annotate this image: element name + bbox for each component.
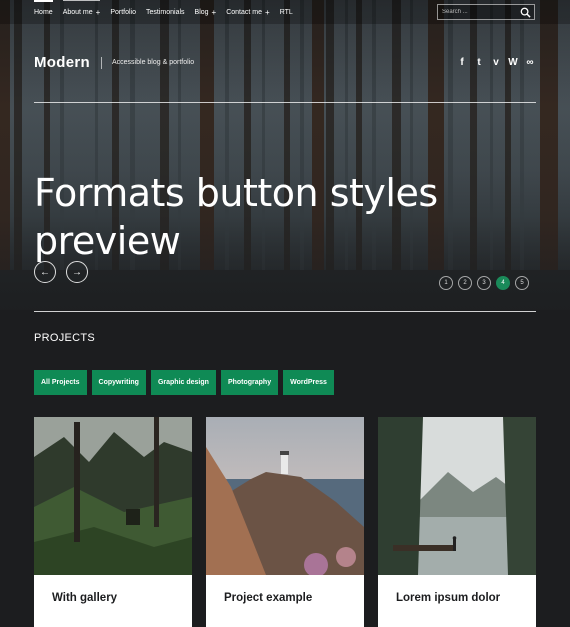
- next-slide-button[interactable]: →: [66, 261, 88, 283]
- project-filters: All Projects Copywriting Graphic design …: [34, 370, 334, 395]
- project-thumbnail-forest[interactable]: [34, 417, 192, 575]
- filter-copywriting[interactable]: Copywriting: [91, 370, 146, 395]
- project-card-title[interactable]: With gallery: [52, 592, 117, 604]
- social-links: f t v W ∞: [457, 56, 535, 68]
- section-divider: [34, 311, 536, 312]
- pager-dot[interactable]: 2: [458, 276, 472, 290]
- facebook-icon[interactable]: f: [457, 56, 467, 68]
- project-card[interactable]: Project example: [206, 417, 364, 627]
- submenu-plus-icon[interactable]: +: [96, 8, 101, 17]
- filter-all-projects[interactable]: All Projects: [34, 370, 87, 395]
- top-navigation: Home About me + Portfolio Testimonials Bl…: [0, 0, 570, 24]
- hero-banner: Home About me + Portfolio Testimonials Bl…: [0, 0, 570, 310]
- link-icon[interactable]: ∞: [525, 56, 535, 68]
- menu-item-about-me[interactable]: About me +: [62, 0, 101, 24]
- filter-wordpress[interactable]: WordPress: [283, 370, 334, 395]
- hero-title[interactable]: Formats button styles preview: [34, 169, 504, 265]
- menu-item-label: Testimonials: [146, 8, 185, 16]
- pager-dot[interactable]: 3: [477, 276, 491, 290]
- filter-photography[interactable]: Photography: [220, 370, 279, 395]
- header-divider: [34, 102, 536, 103]
- project-card-title[interactable]: Project example: [224, 592, 312, 604]
- menu-item-label: Contact me: [226, 8, 263, 16]
- project-thumbnail-lake[interactable]: [378, 417, 536, 575]
- projects-heading: PROJECTS: [34, 332, 96, 344]
- menu-item-home[interactable]: Home: [34, 0, 53, 24]
- vimeo-icon[interactable]: v: [491, 56, 501, 68]
- branding-divider: [101, 57, 102, 69]
- menu-item-label: Home: [34, 8, 53, 16]
- previous-slide-button[interactable]: ←: [34, 261, 56, 283]
- menu-item-rtl[interactable]: RTL: [280, 0, 293, 24]
- project-thumbnail-lighthouse[interactable]: [206, 417, 364, 575]
- primary-menu: Home About me + Portfolio Testimonials Bl…: [34, 0, 303, 24]
- search-form: [437, 4, 535, 20]
- menu-item-testimonials[interactable]: Testimonials: [146, 0, 185, 24]
- submenu-plus-icon[interactable]: +: [265, 8, 270, 17]
- menu-item-contact-me[interactable]: Contact me +: [226, 0, 269, 24]
- menu-item-label: Blog: [194, 8, 209, 16]
- menu-item-label: Portfolio: [110, 8, 137, 16]
- submenu-plus-icon[interactable]: +: [212, 8, 217, 17]
- wordpress-icon[interactable]: W: [508, 56, 518, 68]
- menu-item-portfolio[interactable]: Portfolio: [110, 0, 136, 24]
- search-input[interactable]: [442, 7, 512, 17]
- menu-item-blog[interactable]: Blog +: [195, 0, 217, 24]
- pager-dot[interactable]: 5: [515, 276, 529, 290]
- menu-item-label: About me: [62, 8, 93, 16]
- arrow-left-icon: ←: [40, 266, 50, 278]
- twitter-icon[interactable]: t: [474, 56, 484, 68]
- slide-pager: 1 2 3 4 5: [439, 276, 529, 290]
- filter-graphic-design[interactable]: Graphic design: [150, 370, 216, 395]
- site-title[interactable]: Modern: [34, 54, 90, 71]
- search-icon[interactable]: [520, 7, 531, 18]
- project-card[interactable]: Lorem ipsum dolor: [378, 417, 536, 627]
- site-tagline: Accessible blog & portfolio: [112, 59, 195, 66]
- arrow-right-icon: →: [72, 266, 82, 278]
- project-card[interactable]: With gallery: [34, 417, 192, 627]
- pager-dot-active[interactable]: 4: [496, 276, 510, 290]
- project-card-title[interactable]: Lorem ipsum dolor: [396, 592, 500, 604]
- menu-item-label: RTL: [279, 8, 293, 16]
- pager-dot[interactable]: 1: [439, 276, 453, 290]
